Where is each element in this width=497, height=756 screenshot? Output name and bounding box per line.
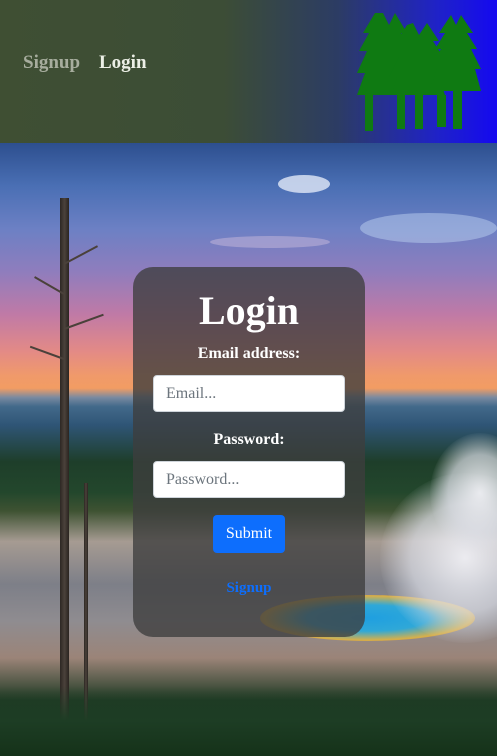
navbar: Signup Login <box>0 0 497 143</box>
cloud <box>210 236 330 248</box>
nav-signup-link[interactable]: Signup <box>23 52 80 74</box>
signup-link[interactable]: Signup <box>133 580 365 597</box>
login-card: Login Email address: Password: Submit Si… <box>133 267 365 637</box>
submit-button[interactable]: Submit <box>213 515 285 553</box>
password-label: Password: <box>213 431 285 448</box>
tree-branch <box>63 313 104 330</box>
email-label: Email address: <box>197 345 301 362</box>
login-title: Login <box>198 288 300 333</box>
dead-tree <box>60 198 69 756</box>
email-input[interactable] <box>153 375 345 412</box>
pine-trees-logo-icon <box>357 13 481 131</box>
password-input[interactable] <box>153 461 345 498</box>
cloud <box>278 175 330 193</box>
cloud <box>360 213 497 243</box>
nav-login-link[interactable]: Login <box>99 52 147 74</box>
forest-treeline <box>0 686 497 756</box>
